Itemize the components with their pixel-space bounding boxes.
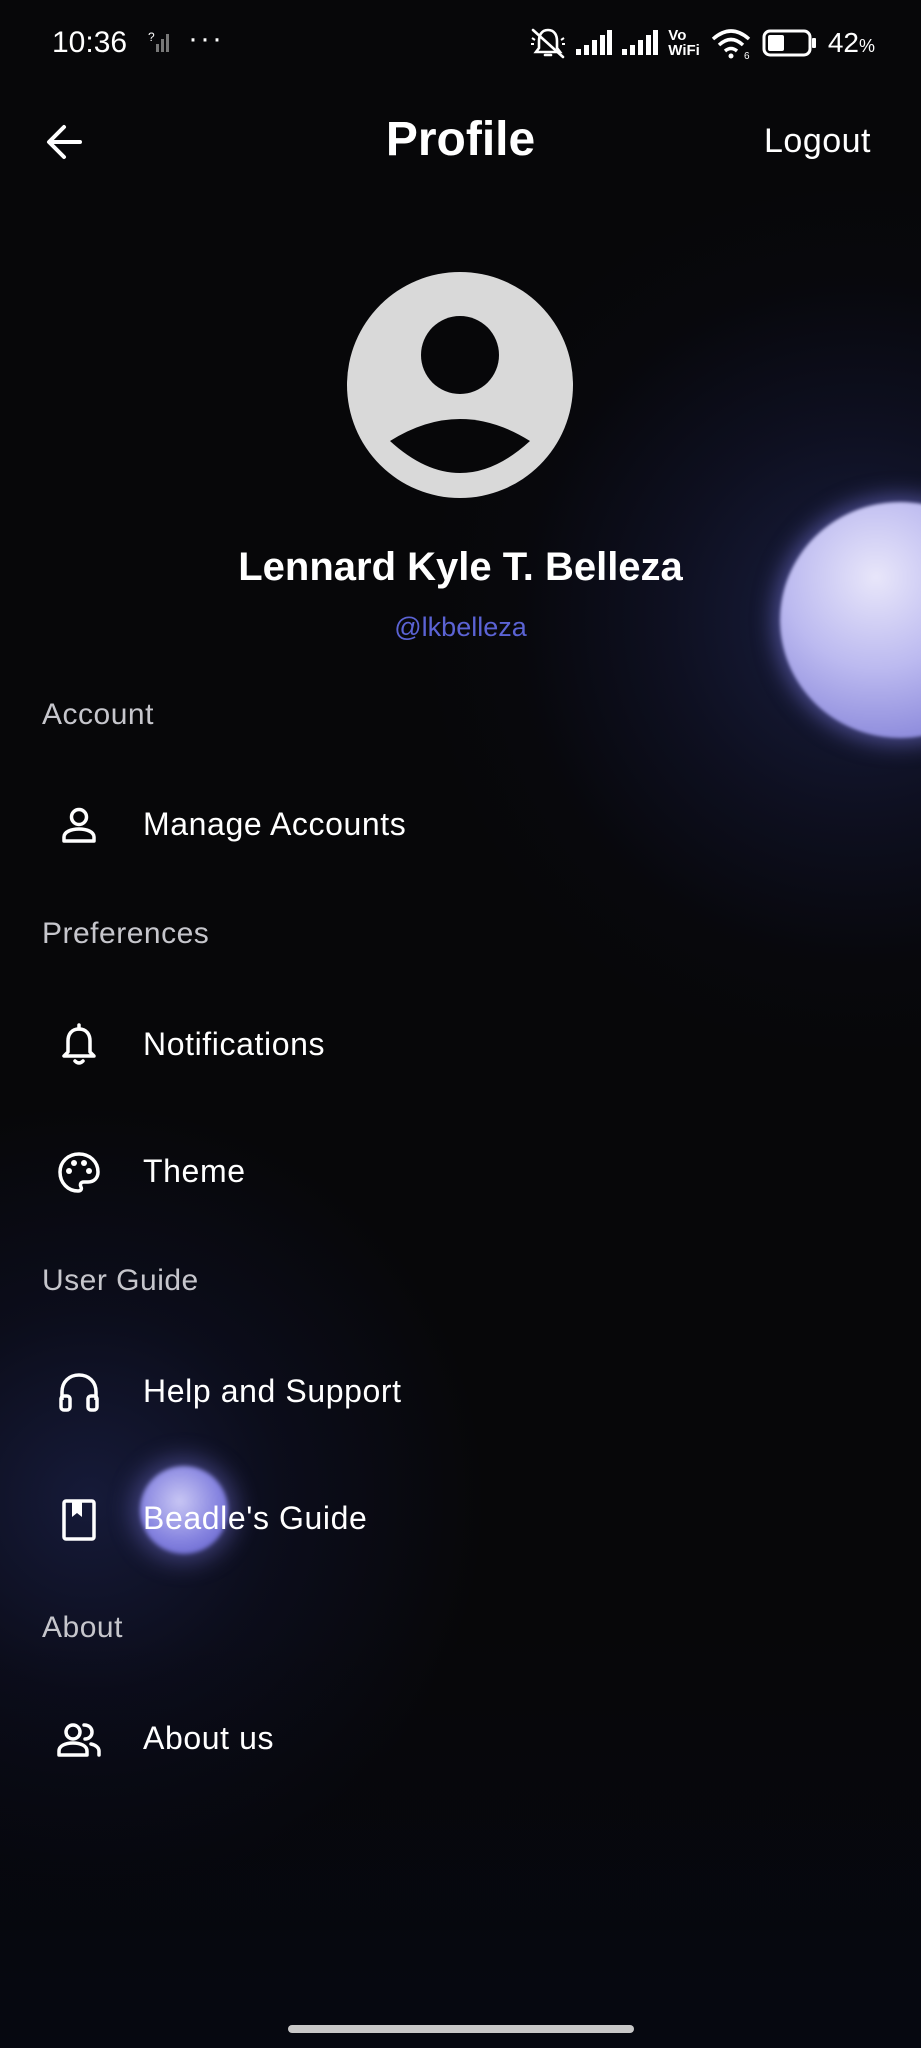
battery-percent: 42%: [828, 27, 875, 59]
section-title-user-guide: User Guide: [42, 1264, 199, 1297]
vowifi-label: WiFi: [668, 42, 700, 59]
menu-item-label: Theme: [143, 1153, 246, 1189]
menu-item-label: Help and Support: [143, 1373, 402, 1409]
battery-percent-unit: %: [858, 36, 875, 56]
avatar-body: [390, 419, 530, 473]
app-header: Profile Logout: [0, 92, 921, 192]
battery-icon: [762, 29, 818, 57]
avatar-head: [421, 316, 499, 394]
status-icons: Vo WiFi 6 42%: [530, 26, 875, 60]
bell-icon: [62, 1023, 96, 1065]
people-icon: [57, 1723, 101, 1757]
menu-item-notifications[interactable]: Notifications: [0, 996, 921, 1096]
muted-bell-icon: [530, 26, 566, 60]
menu-item-manage-accounts[interactable]: Manage Accounts: [0, 776, 921, 876]
status-overflow: ···: [188, 22, 224, 55]
headphones-icon: [59, 1373, 99, 1412]
section-title-about: About: [42, 1611, 123, 1644]
menu-item-help-and-support[interactable]: Help and Support: [0, 1343, 921, 1443]
menu-item-label: Beadle's Guide: [143, 1500, 368, 1536]
status-bar: 10:36 ? ··· Vo WiFi 6 42%: [0, 0, 921, 92]
sim-no-service-icon: ?: [148, 30, 170, 59]
vowifi-indicator: Vo WiFi: [668, 28, 700, 58]
menu-item-label: About us: [143, 1720, 275, 1756]
logout-button[interactable]: Logout: [764, 122, 871, 161]
signal-icon: [576, 30, 613, 56]
menu-item-theme[interactable]: Theme: [0, 1123, 921, 1223]
profile-handle: @lkbelleza: [394, 612, 527, 642]
menu-item-beadles-guide[interactable]: Beadle's Guide: [0, 1470, 921, 1570]
home-indicator[interactable]: [288, 2025, 634, 2033]
section-title-account: Account: [42, 698, 154, 731]
avatar[interactable]: [347, 272, 573, 498]
menu-item-label: Manage Accounts: [143, 806, 407, 842]
section-title-preferences: Preferences: [42, 917, 210, 950]
wifi-icon: 6: [710, 27, 752, 59]
menu-item-label: Notifications: [143, 1026, 326, 1062]
person-icon: [62, 807, 96, 843]
signal-icon: [622, 30, 659, 56]
battery-percent-value: 42: [827, 27, 859, 58]
svg-text:6: 6: [744, 51, 750, 59]
book-icon: [62, 1499, 96, 1541]
profile-name: Lennard Kyle T. Belleza: [238, 545, 683, 589]
menu-item-about-us[interactable]: About us: [0, 1690, 921, 1790]
palette-icon: [58, 1152, 100, 1193]
status-time: 10:36: [52, 26, 128, 59]
svg-text:?: ?: [148, 30, 155, 44]
vowifi-label: Vo: [668, 27, 687, 44]
